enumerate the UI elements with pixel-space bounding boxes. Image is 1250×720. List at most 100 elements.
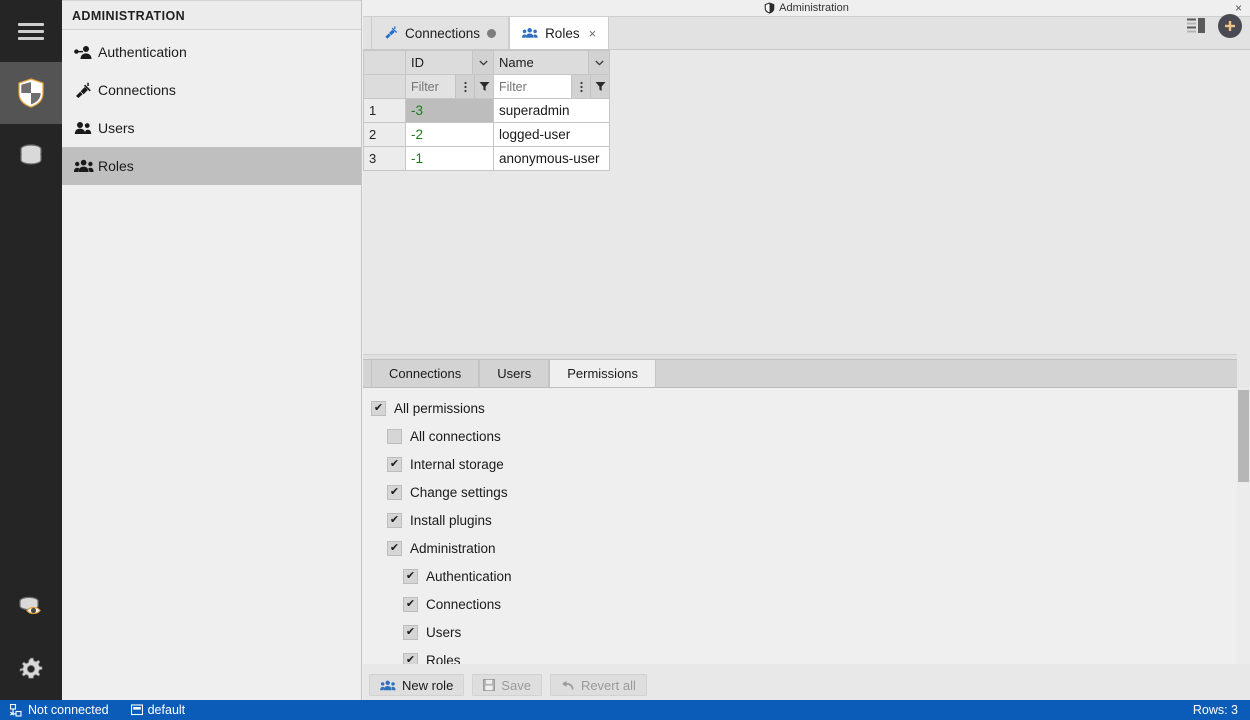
permissions-scrollbar-thumb[interactable] — [1238, 390, 1249, 482]
cell-id[interactable]: -3 — [405, 98, 494, 123]
new-role-button[interactable]: New role — [369, 674, 465, 696]
permission-label: Authentication — [426, 568, 512, 584]
permission-row[interactable]: ✔ All permissions — [363, 394, 1250, 422]
application-window: ADMINISTRATION Authentication Connection… — [0, 0, 1250, 720]
sidebar-item-list: Authentication Connections Users Roles — [62, 30, 361, 185]
permissions-panel: ✔ All permissions All connections ✔ Inte… — [363, 388, 1250, 664]
filter-menu-icon[interactable] — [571, 75, 590, 98]
roles-toolbar: New role Save Revert all — [363, 670, 1250, 700]
checkbox-all-permissions[interactable]: ✔ — [371, 400, 386, 416]
grid-filter-name[interactable] — [493, 74, 610, 99]
hamburger-icon — [18, 22, 44, 40]
row-number: 1 — [364, 99, 405, 122]
lower-tabbar: Connections Users Permissions — [363, 360, 1250, 388]
chevron-down-icon[interactable] — [472, 51, 493, 74]
shield-icon — [764, 2, 775, 14]
sidebar-item-users[interactable]: Users — [62, 109, 361, 147]
save-icon — [483, 679, 496, 691]
cell-name[interactable]: logged-user — [493, 122, 610, 147]
cell-value: -1 — [406, 147, 493, 170]
sidebar-item-connections[interactable]: Connections — [62, 71, 361, 109]
part-header: Administration × — [363, 0, 1250, 17]
filter-input-id[interactable] — [406, 75, 455, 98]
sidebar-item-authentication[interactable]: Authentication — [62, 33, 361, 71]
button-label: Revert all — [580, 677, 636, 693]
sidebar-item-label: Authentication — [98, 44, 187, 60]
cell-id[interactable]: -1 — [405, 146, 494, 171]
grid-scrollbar-track[interactable] — [1237, 50, 1250, 402]
table-row[interactable]: 1 -3 superadmin — [363, 98, 610, 123]
tab-close-icon[interactable]: × — [589, 26, 597, 41]
grid-header-name[interactable]: Name — [493, 50, 610, 75]
sidebar-item-roles[interactable]: Roles — [62, 147, 361, 185]
tab-connections-lower[interactable]: Connections — [371, 360, 480, 387]
roles-icon — [522, 27, 538, 39]
filter-funnel-icon[interactable] — [474, 75, 493, 98]
grid-filter-corner — [363, 74, 406, 99]
add-perspective-icon[interactable] — [1218, 14, 1242, 38]
cell-id[interactable]: -2 — [405, 122, 494, 147]
permission-row[interactable]: All connections — [363, 422, 1250, 450]
checkbox-install-plugins[interactable]: ✔ — [387, 512, 402, 528]
tab-connections[interactable]: Connections — [371, 17, 510, 49]
results-grid-area: ID Name Filter Filter 1 -3 superadmin 2 … — [363, 50, 1250, 402]
button-label: Save — [501, 677, 531, 693]
checkbox-all-connections[interactable] — [387, 428, 402, 444]
disconnected-icon — [10, 703, 23, 717]
permission-label: Administration — [410, 540, 496, 556]
table-row[interactable]: 3 -1 anonymous-user — [363, 146, 610, 171]
checkbox-administration[interactable]: ✔ — [387, 540, 402, 556]
grid-corner-cell[interactable] — [363, 50, 406, 75]
permission-row[interactable]: ✔ Connections — [363, 590, 1250, 618]
perspective-switch-icon[interactable] — [1187, 17, 1209, 35]
permission-row[interactable]: ✔ Administration — [363, 534, 1250, 562]
permission-row[interactable]: ✔ Change settings — [363, 478, 1250, 506]
permission-label: Change settings — [410, 484, 508, 500]
permission-row[interactable]: ✔ Internal storage — [363, 450, 1250, 478]
status-connection[interactable]: Not connected — [10, 703, 109, 717]
checkbox-roles[interactable]: ✔ — [403, 652, 418, 664]
cell-value: anonymous-user — [494, 147, 609, 170]
tab-users-lower[interactable]: Users — [479, 360, 550, 387]
grid-header-row: ID Name — [363, 50, 610, 75]
chevron-down-icon[interactable] — [588, 51, 609, 74]
permission-row[interactable]: ✔ Users — [363, 618, 1250, 646]
cell-value: superadmin — [494, 99, 609, 122]
permission-row[interactable]: ✔ Install plugins — [363, 506, 1250, 534]
permission-row[interactable]: ✔ Roles — [363, 646, 1250, 664]
editor-area: Administration × Connections Roles × ID … — [363, 0, 1250, 700]
cell-name[interactable]: superadmin — [493, 98, 610, 123]
filter-input-name[interactable] — [494, 75, 571, 98]
table-row[interactable]: 2 -2 logged-user — [363, 122, 610, 147]
filter-menu-icon[interactable] — [455, 75, 474, 98]
tab-permissions-lower[interactable]: Permissions — [549, 360, 657, 387]
rail-button-settings[interactable] — [0, 638, 62, 700]
rail-button-menu[interactable] — [0, 0, 62, 62]
sidebar-item-label: Roles — [98, 158, 134, 174]
checkbox-authentication[interactable]: ✔ — [403, 568, 418, 584]
roles-icon — [380, 680, 396, 691]
checkbox-users[interactable]: ✔ — [403, 624, 418, 640]
status-connection-label: Not connected — [28, 703, 109, 717]
status-schema[interactable]: default — [130, 703, 185, 717]
grid-header-id[interactable]: ID — [405, 50, 494, 75]
grid-filter-id[interactable] — [405, 74, 494, 99]
rail-button-security[interactable] — [0, 62, 62, 124]
permission-row[interactable]: ✔ Authentication — [363, 562, 1250, 590]
checkbox-internal-storage[interactable]: ✔ — [387, 456, 402, 472]
rail-button-database[interactable] — [0, 124, 62, 186]
checkbox-connections[interactable]: ✔ — [403, 596, 418, 612]
revert-all-button[interactable]: Revert all — [549, 674, 647, 696]
cell-name[interactable]: anonymous-user — [493, 146, 610, 171]
filter-funnel-icon[interactable] — [590, 75, 609, 98]
close-icon[interactable]: × — [1235, 1, 1242, 15]
permission-label: Internal storage — [410, 456, 504, 472]
users-icon — [74, 121, 98, 135]
sidebar-item-label: Users — [98, 120, 135, 136]
left-icon-rail — [0, 0, 62, 700]
database-eye-icon — [16, 593, 46, 621]
tab-roles[interactable]: Roles × — [509, 17, 610, 49]
save-button[interactable]: Save — [472, 674, 542, 696]
rail-button-database-preview[interactable] — [0, 576, 62, 638]
checkbox-change-settings[interactable]: ✔ — [387, 484, 402, 500]
